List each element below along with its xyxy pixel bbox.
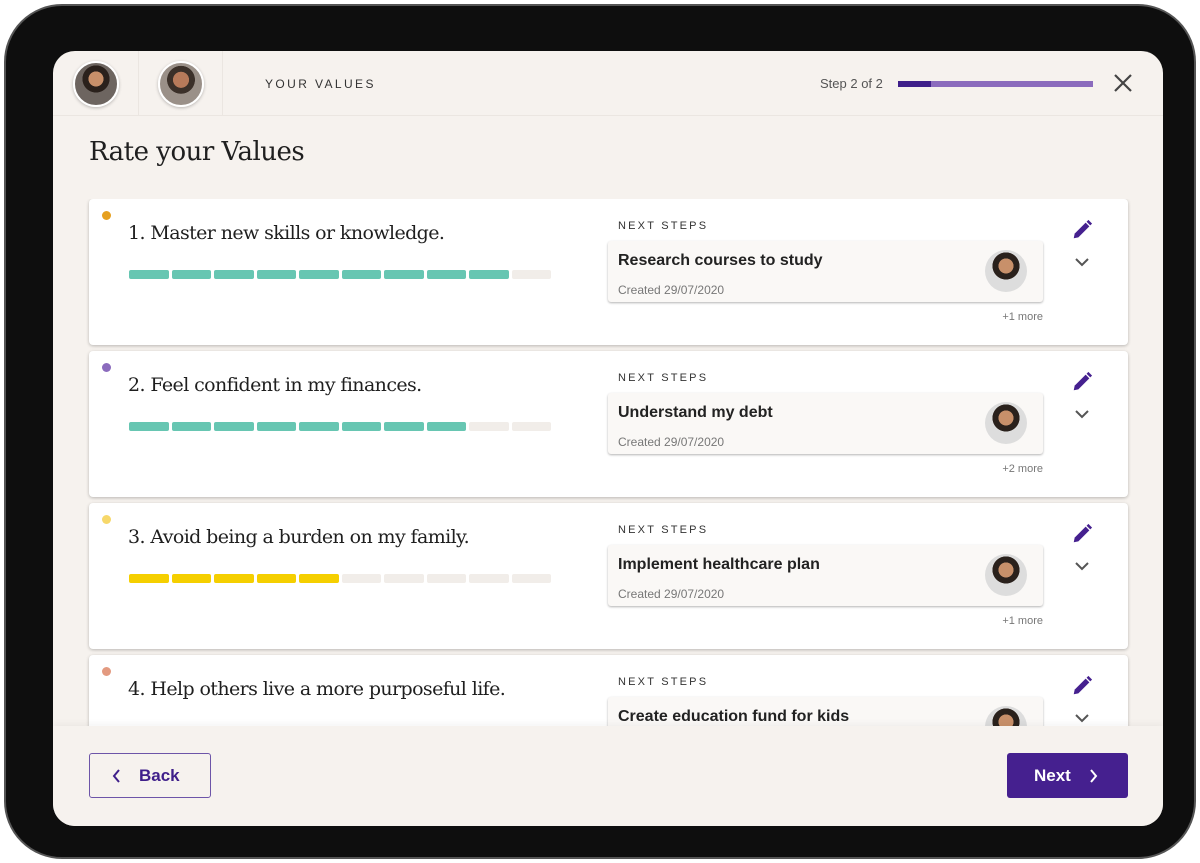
next-steps-label: NEXT STEPS — [618, 524, 709, 536]
step-progress-fill — [898, 81, 932, 87]
avatar — [985, 250, 1027, 292]
next-button[interactable]: Next — [1007, 753, 1128, 798]
pencil-icon[interactable] — [1071, 371, 1093, 393]
avatar — [985, 706, 1027, 726]
rating-segment[interactable] — [469, 574, 509, 583]
value-title: 4. Help others live a more purposeful li… — [128, 678, 506, 700]
next-step-item[interactable]: Implement healthcare plan Created 29/07/… — [608, 545, 1043, 606]
avatar-cell[interactable] — [53, 51, 139, 116]
rating-segment[interactable] — [171, 270, 211, 279]
next-step-item[interactable]: Research courses to study Created 29/07/… — [608, 241, 1043, 302]
rating-segment[interactable] — [384, 270, 424, 279]
pencil-icon[interactable] — [1071, 219, 1093, 241]
rating-bar[interactable] — [129, 422, 551, 431]
rating-segment[interactable] — [256, 574, 296, 583]
step-indicator: Step 2 of 2 — [820, 76, 883, 91]
rating-segment[interactable] — [511, 270, 551, 279]
next-steps-label: NEXT STEPS — [618, 372, 709, 384]
rating-segment[interactable] — [469, 270, 509, 279]
page-title: Rate your Values — [89, 137, 305, 167]
avatar — [985, 554, 1027, 596]
rating-segment[interactable] — [214, 270, 254, 279]
chevron-down-icon[interactable] — [1075, 409, 1089, 419]
rating-segment[interactable] — [256, 422, 296, 431]
value-card[interactable]: 1. Master new skills or knowledge. NEXT … — [89, 199, 1128, 345]
chevron-right-icon — [1090, 768, 1098, 783]
value-card[interactable]: 3. Avoid being a burden on my family. NE… — [89, 503, 1128, 649]
rating-segment[interactable] — [171, 574, 211, 583]
value-title: 3. Avoid being a burden on my family. — [128, 526, 470, 548]
rating-segment[interactable] — [511, 574, 551, 583]
more-link[interactable]: +2 more — [1002, 463, 1043, 475]
footer: Back Next — [53, 726, 1163, 826]
back-label: Back — [139, 765, 180, 785]
rating-segment[interactable] — [426, 422, 466, 431]
avatar[interactable] — [72, 60, 119, 107]
rating-segment[interactable] — [129, 422, 169, 431]
rating-segment[interactable] — [511, 422, 551, 431]
value-color-dot — [102, 211, 111, 220]
avatar[interactable] — [157, 60, 204, 107]
chevron-down-icon[interactable] — [1075, 713, 1089, 723]
next-step-title: Create education fund for kids — [618, 708, 850, 725]
values-list[interactable]: 1. Master new skills or knowledge. NEXT … — [53, 199, 1163, 726]
value-card[interactable]: 2. Feel confident in my finances. NEXT S… — [89, 351, 1128, 497]
avatar — [985, 402, 1027, 444]
next-step-title: Research courses to study — [618, 252, 823, 269]
next-step-date: Created 29/07/2020 — [618, 587, 725, 601]
value-color-dot — [102, 515, 111, 524]
more-link[interactable]: +1 more — [1002, 615, 1043, 627]
header: YOUR VALUES Step 2 of 2 — [53, 51, 1163, 116]
next-step-item[interactable]: Understand my debt Created 29/07/2020 — [608, 393, 1043, 454]
more-link[interactable]: +1 more — [1002, 311, 1043, 323]
value-color-dot — [102, 667, 111, 676]
rating-segment[interactable] — [299, 270, 339, 279]
chevron-left-icon — [112, 768, 120, 783]
rating-segment[interactable] — [171, 422, 211, 431]
next-step-date: Created 29/07/2020 — [618, 283, 725, 297]
next-step-title: Implement healthcare plan — [618, 556, 820, 573]
rating-segment[interactable] — [426, 574, 466, 583]
tablet-frame: YOUR VALUES Step 2 of 2 Rate your Values… — [4, 4, 1196, 859]
rating-bar[interactable] — [129, 574, 551, 583]
rating-segment[interactable] — [214, 574, 254, 583]
back-button[interactable]: Back — [89, 753, 211, 798]
value-title: 1. Master new skills or knowledge. — [128, 222, 445, 244]
value-card[interactable]: 4. Help others live a more purposeful li… — [89, 655, 1128, 726]
next-step-title: Understand my debt — [618, 404, 773, 421]
rating-bar[interactable] — [129, 270, 551, 279]
app-screen: YOUR VALUES Step 2 of 2 Rate your Values… — [53, 51, 1163, 826]
rating-segment[interactable] — [384, 422, 424, 431]
rating-segment[interactable] — [341, 270, 381, 279]
step-progress-bar — [898, 81, 1093, 87]
next-step-date: Created 29/07/2020 — [618, 435, 725, 449]
section-label: YOUR VALUES — [265, 77, 376, 91]
next-label: Next — [1034, 765, 1071, 785]
rating-segment[interactable] — [256, 270, 296, 279]
value-color-dot — [102, 363, 111, 372]
rating-segment[interactable] — [129, 574, 169, 583]
rating-segment[interactable] — [341, 574, 381, 583]
next-steps-label: NEXT STEPS — [618, 220, 709, 232]
rating-segment[interactable] — [129, 270, 169, 279]
pencil-icon[interactable] — [1071, 675, 1093, 697]
rating-segment[interactable] — [299, 574, 339, 583]
rating-segment[interactable] — [384, 574, 424, 583]
pencil-icon[interactable] — [1071, 523, 1093, 545]
value-title: 2. Feel confident in my finances. — [128, 374, 422, 396]
close-icon[interactable] — [1111, 71, 1135, 95]
rating-segment[interactable] — [426, 270, 466, 279]
rating-segment[interactable] — [341, 422, 381, 431]
next-steps-label: NEXT STEPS — [618, 676, 709, 688]
avatar-cell[interactable] — [139, 51, 223, 116]
rating-segment[interactable] — [214, 422, 254, 431]
chevron-down-icon[interactable] — [1075, 561, 1089, 571]
chevron-down-icon[interactable] — [1075, 257, 1089, 267]
rating-segment[interactable] — [469, 422, 509, 431]
next-step-item[interactable]: Create education fund for kids — [608, 697, 1043, 726]
rating-segment[interactable] — [299, 422, 339, 431]
